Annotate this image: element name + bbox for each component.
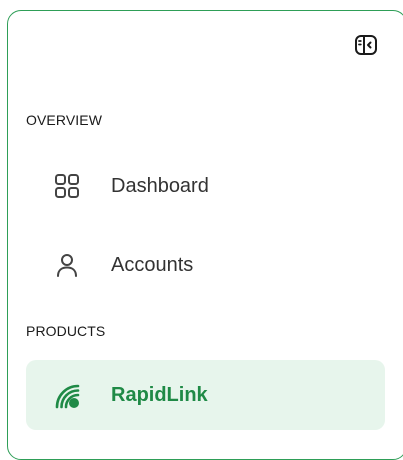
section-label-overview: OVERVIEW xyxy=(26,112,103,128)
sidebar: OVERVIEW Dashboard Accounts PRODUCTS Rap… xyxy=(7,10,403,460)
sidebar-item-accounts[interactable]: Accounts xyxy=(26,230,385,300)
sidebar-collapse-button[interactable] xyxy=(351,30,381,60)
sidebar-item-rapidlink[interactable]: RapidLink xyxy=(26,360,385,430)
signal-icon xyxy=(52,380,82,410)
sidebar-collapse-icon xyxy=(355,35,377,55)
grid-icon xyxy=(52,171,82,201)
sidebar-item-label: Dashboard xyxy=(111,174,209,197)
sidebar-item-label: Accounts xyxy=(111,253,194,276)
sidebar-item-label: RapidLink xyxy=(111,383,208,406)
sidebar-item-dashboard[interactable]: Dashboard xyxy=(26,151,385,221)
section-label-products: PRODUCTS xyxy=(26,323,106,339)
user-icon xyxy=(52,250,82,280)
